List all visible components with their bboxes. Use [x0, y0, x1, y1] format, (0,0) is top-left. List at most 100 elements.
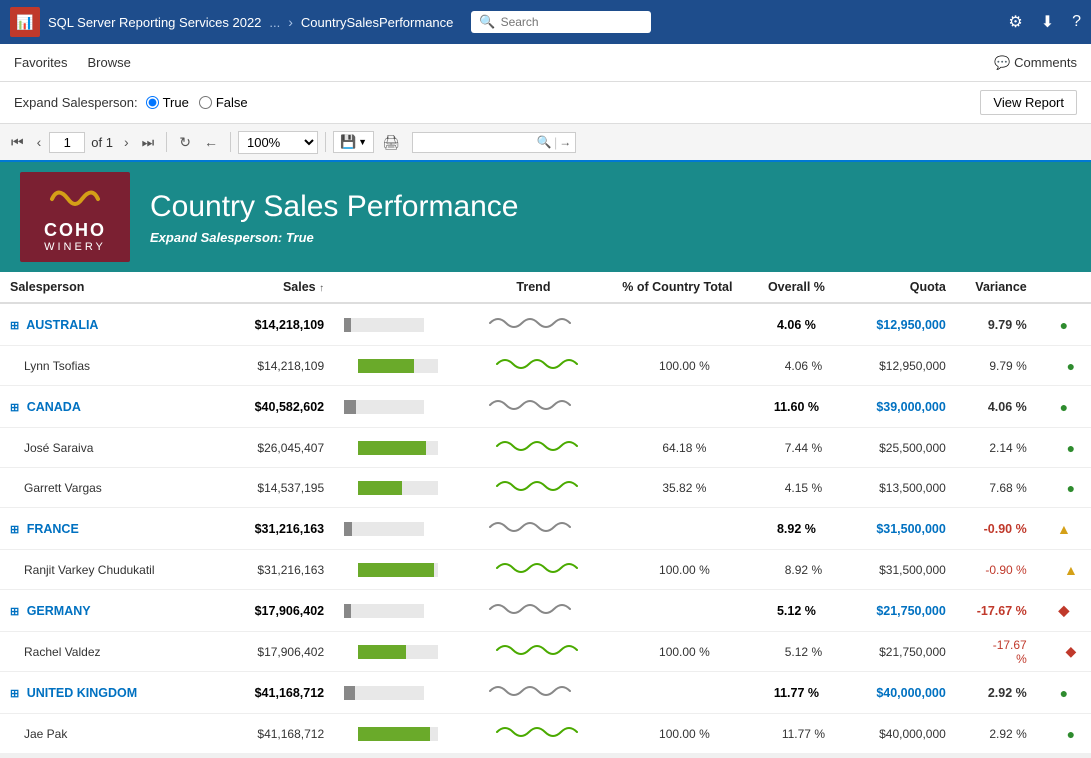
- toolbar-search[interactable]: 🔍 | →: [412, 132, 576, 153]
- last-page-button[interactable]: ⏭: [137, 131, 160, 154]
- help-icon[interactable]: ?: [1072, 13, 1081, 31]
- view-report-button[interactable]: View Report: [980, 90, 1077, 115]
- prev-page-button[interactable]: ‹: [32, 131, 47, 153]
- country-row: ⊞ FRANCE $31,216,163 8.92 % $31,500,000 …: [0, 508, 1091, 550]
- country-quota: $39,000,000: [842, 386, 956, 428]
- person-name-cell: Lynn Tsofias: [0, 346, 204, 386]
- search-box[interactable]: 🔍: [471, 11, 651, 33]
- report-title-block: Country Sales Performance Expand Salespe…: [150, 190, 519, 245]
- expand-icon[interactable]: ⊞: [10, 402, 19, 414]
- person-sales: $41,168,712: [204, 714, 334, 754]
- person-bar-cell: [334, 632, 463, 672]
- col-quota: Quota: [842, 272, 956, 303]
- person-trend: [463, 468, 603, 508]
- country-variance: 2.92 %: [956, 672, 1037, 714]
- report-title: Country Sales Performance: [150, 190, 519, 224]
- country-name-text: AUSTRALIA: [26, 318, 98, 332]
- expand-icon[interactable]: ⊞: [10, 524, 19, 536]
- first-page-button[interactable]: ⏮: [6, 131, 29, 154]
- export-icon: 💾: [340, 134, 356, 150]
- person-pct-country: 100.00 %: [604, 550, 751, 590]
- logo-sub: WINERY: [44, 241, 106, 253]
- back-button[interactable]: ←: [199, 131, 223, 153]
- person-pct-country: 100.00 %: [604, 346, 751, 386]
- search-input[interactable]: [501, 15, 644, 29]
- person-bar-bg: [358, 441, 438, 455]
- person-row: Jae Pak $41,168,712 100.00 % 11.77 % $40…: [0, 714, 1091, 754]
- nav-favorites[interactable]: Favorites: [14, 47, 67, 78]
- radio-true[interactable]: True: [146, 95, 189, 110]
- country-bar-bg: [344, 604, 424, 618]
- settings-icon[interactable]: ⚙: [1008, 12, 1022, 32]
- person-status: ◆: [1037, 632, 1091, 672]
- person-quota: $12,950,000: [842, 346, 956, 386]
- breadcrumb-ellipsis: ...: [269, 15, 280, 30]
- report-header: COHO WINERY Country Sales Performance Ex…: [0, 162, 1091, 272]
- person-row: Garrett Vargas $14,537,195 35.82 % 4.15 …: [0, 468, 1091, 508]
- status-icon: ▲: [1057, 521, 1071, 537]
- print-button[interactable]: 🖨: [377, 131, 405, 154]
- col-bar: [334, 272, 463, 303]
- radio-group: True False: [146, 95, 248, 110]
- toolbar-search-next[interactable]: →: [559, 135, 571, 149]
- country-status: ●: [1037, 386, 1091, 428]
- country-trend: [463, 672, 603, 714]
- report-logo: COHO WINERY: [20, 172, 130, 262]
- person-variance: 2.92 %: [956, 714, 1037, 754]
- zoom-select[interactable]: 100% 75% 50% 150% 200% Page Width Whole …: [238, 131, 318, 154]
- country-name-text: FRANCE: [27, 522, 79, 536]
- toolbar-search-icon[interactable]: 🔍: [537, 135, 552, 149]
- person-quota: $13,500,000: [842, 468, 956, 508]
- person-quota: $40,000,000: [842, 714, 956, 754]
- status-icon: ●: [1067, 358, 1075, 374]
- expand-icon[interactable]: ⊞: [10, 688, 19, 700]
- page-number-input[interactable]: [49, 132, 85, 153]
- comments-button[interactable]: 💬 Comments: [994, 55, 1077, 71]
- report-area: COHO WINERY Country Sales Performance Ex…: [0, 162, 1091, 753]
- person-bar-cell: [334, 468, 463, 508]
- person-overall-pct: 7.44 %: [751, 428, 842, 468]
- radio-true-label: True: [163, 95, 189, 110]
- expand-icon[interactable]: ⊞: [10, 320, 19, 332]
- person-variance: -17.67 %: [956, 632, 1037, 672]
- toolbar-search-input[interactable]: [417, 135, 537, 149]
- country-quota: $21,750,000: [842, 590, 956, 632]
- person-quota: $31,500,000: [842, 550, 956, 590]
- person-bar-cell: [334, 550, 463, 590]
- app-logo: 📊: [10, 7, 40, 37]
- person-pct-country: 64.18 %: [604, 428, 751, 468]
- subtitle-label: Expand Salesperson:: [150, 230, 282, 245]
- country-row: ⊞ GERMANY $17,906,402 5.12 % $21,750,000…: [0, 590, 1091, 632]
- next-page-button[interactable]: ›: [119, 131, 134, 153]
- person-overall-pct: 8.92 %: [751, 550, 842, 590]
- sep1: [166, 132, 167, 152]
- person-bar-bg: [358, 359, 438, 373]
- person-pct-country: 100.00 %: [604, 632, 751, 672]
- person-pct-country: 35.82 %: [604, 468, 751, 508]
- country-variance: -0.90 %: [956, 508, 1037, 550]
- person-variance: 2.14 %: [956, 428, 1037, 468]
- country-overall-pct: 5.12 %: [751, 590, 842, 632]
- country-sales: $14,218,109: [204, 303, 334, 346]
- expand-icon[interactable]: ⊞: [10, 606, 19, 618]
- status-icon: ●: [1067, 440, 1075, 456]
- report-table: Salesperson Sales ↑ Trend % of Country T…: [0, 272, 1091, 753]
- export-button[interactable]: 💾 ▼: [333, 131, 374, 153]
- radio-false[interactable]: False: [199, 95, 248, 110]
- country-pct-country: [604, 303, 751, 346]
- country-sales: $31,216,163: [204, 508, 334, 550]
- country-bar-fill: [344, 604, 351, 618]
- country-bar-fill: [344, 522, 352, 536]
- sort-arrow: ↑: [319, 283, 324, 294]
- person-bar-bg: [358, 563, 438, 577]
- nav-browse[interactable]: Browse: [87, 47, 130, 78]
- country-bar-cell: [334, 508, 463, 550]
- country-pct-country: [604, 386, 751, 428]
- page-of-label: of 1: [91, 135, 113, 150]
- download-icon[interactable]: ⬇: [1041, 12, 1054, 32]
- refresh-button[interactable]: ↻: [174, 131, 196, 154]
- nav-icons: ⚙ ⬇ ?: [1008, 12, 1081, 32]
- person-row: Ranjit Varkey Chudukatil $31,216,163 100…: [0, 550, 1091, 590]
- status-icon: ◆: [1058, 602, 1069, 618]
- country-quota: $40,000,000: [842, 672, 956, 714]
